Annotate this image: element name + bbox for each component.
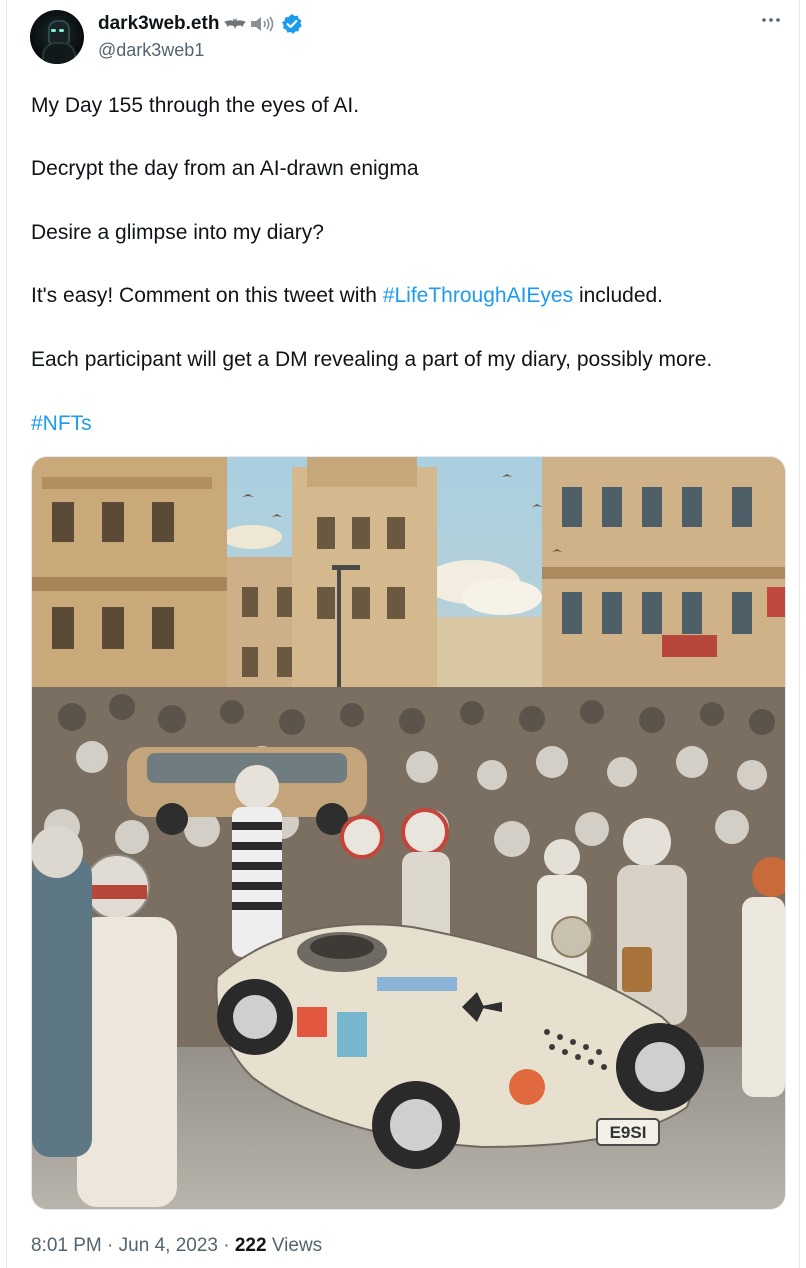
author-name-row[interactable]: dark3web.eth [98,12,303,36]
avatar[interactable] [30,10,84,64]
car-plate: E9SI [610,1123,647,1142]
avatar-eye-left [51,29,56,32]
tweet-text-line-2: Decrypt the day from an AI-drawn enigma [31,157,419,180]
speaker-icon [251,16,274,32]
avatar-eye-right [59,29,64,32]
views-count: 222 [234,1235,267,1256]
name-emojis [222,15,277,33]
separator: · [107,1235,114,1256]
tweet-text-line-4: It's easy! Comment on this tweet with #L… [31,284,663,308]
verified-badge-icon[interactable] [281,13,303,35]
bat-emoji-icon [224,18,247,29]
ai-painting-illustration: E9SI [32,457,785,1209]
separator: · [223,1235,230,1256]
views-label: Views [271,1235,323,1256]
text-segment: included. [573,284,664,307]
tweet-text-line-1: My Day 155 through the eyes of AI. [31,94,360,117]
tweet-date[interactable]: Jun 4, 2023 [119,1235,218,1256]
left-border [6,0,7,1268]
right-border [799,0,800,1268]
display-name[interactable]: dark3web.eth [98,13,219,35]
text-segment: It's easy! Comment on this tweet with [31,284,383,307]
hooded-figure-body [42,42,76,64]
tweet-time[interactable]: 8:01 PM [31,1235,102,1256]
tweet-image[interactable]: E9SI [31,456,786,1210]
hashtag-lifethroughaieyes[interactable]: #LifeThroughAIEyes [383,284,573,307]
tweet-text-line-3: Desire a glimpse into my diary? [31,221,324,244]
more-dots-icon[interactable] [760,10,782,36]
hashtag-nfts[interactable]: #NFTs [31,412,92,436]
tweet-text-line-5: Each participant will get a DM revealing… [31,348,713,371]
author-handle[interactable]: @dark3web1 [98,40,204,61]
tweet-metadata: 8:01 PM · Jun 4, 2023 · 222 Views [31,1235,322,1257]
